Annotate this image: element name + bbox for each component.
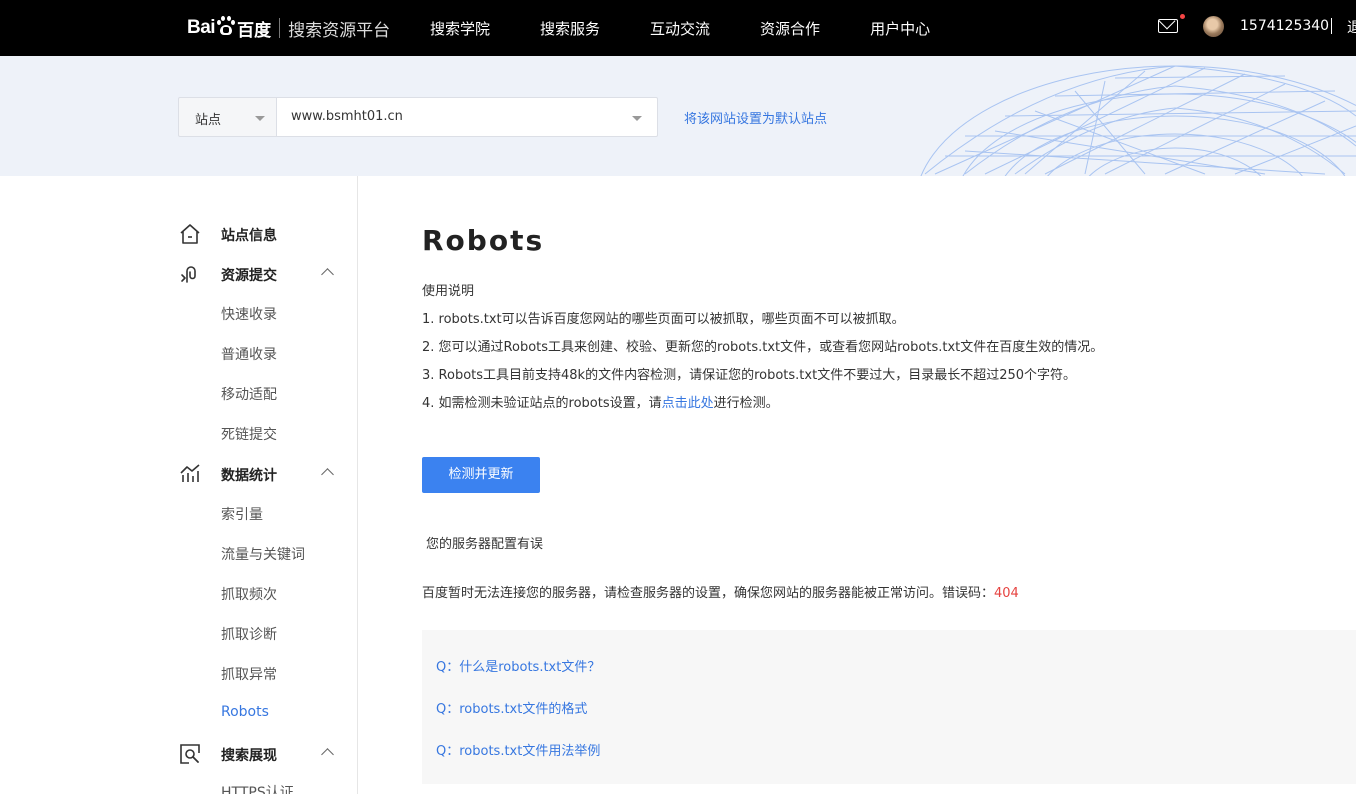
sidebar-item-crawl-frequency[interactable]: 抓取频次 bbox=[221, 584, 277, 604]
sidebar-item-robots[interactable]: Robots bbox=[221, 704, 269, 720]
faq-what-is-robots[interactable]: Q：什么是robots.txt文件？ bbox=[436, 656, 600, 675]
logo-text-baidu: 百度 bbox=[237, 20, 272, 41]
nav-resource-cooperation[interactable]: 资源合作 bbox=[760, 0, 820, 56]
nav-search-academy[interactable]: 搜索学院 bbox=[430, 0, 490, 56]
globe-decoration bbox=[920, 65, 1356, 176]
sidebar-item-data-stats[interactable]: 数据统计 bbox=[178, 462, 338, 486]
check-unverified-link[interactable]: 点击此处 bbox=[662, 396, 714, 411]
nav-user-center[interactable]: 用户中心 bbox=[870, 0, 930, 56]
set-default-site-link[interactable]: 将该网站设置为默认站点 bbox=[684, 108, 827, 127]
status-text: 您的服务器配置有误 bbox=[426, 537, 544, 552]
error-code: 404 bbox=[994, 586, 1019, 601]
chevron-up-icon[interactable] bbox=[321, 468, 334, 481]
logo-text-bai: Bai bbox=[187, 17, 216, 38]
faq-robots-format[interactable]: Q：robots.txt文件的格式 bbox=[436, 698, 587, 717]
sidebar-item-mobile-adapt[interactable]: 移动适配 bbox=[221, 384, 277, 404]
envelope-icon[interactable] bbox=[1158, 19, 1178, 33]
sidebar: 站点信息 资源提交 快速收录 普通收录 移动适配 死链提交 数据统计 索引量 流… bbox=[0, 176, 358, 794]
chevron-up-icon[interactable] bbox=[321, 268, 334, 281]
paw-icon bbox=[216, 16, 236, 36]
nav-search-service[interactable]: 搜索服务 bbox=[540, 0, 600, 56]
sidebar-item-label: 数据统计 bbox=[221, 468, 277, 484]
notification-dot bbox=[1180, 14, 1185, 19]
link-hook-icon bbox=[181, 266, 196, 283]
username[interactable]: 1574125340 bbox=[1240, 18, 1329, 34]
usage-line-4: 4. 如需检测未验证站点的robots设置，请点击此处进行检测。 bbox=[422, 392, 779, 411]
sidebar-item-fast-index[interactable]: 快速收录 bbox=[221, 304, 277, 324]
site-select-value: www.bsmht01.cn bbox=[291, 109, 403, 124]
nav-interaction[interactable]: 互动交流 bbox=[650, 0, 710, 56]
baidu-logo[interactable]: Bai 百度 搜索资源平台 bbox=[187, 10, 390, 46]
chevron-down-icon bbox=[255, 116, 265, 121]
usage-line-2: 2. 您可以通过Robots工具来创建、校验、更新您的robots.txt文件，… bbox=[422, 340, 1104, 355]
chevron-up-icon[interactable] bbox=[321, 748, 334, 761]
chevron-down-icon bbox=[632, 116, 642, 121]
logout-link[interactable]: 退 bbox=[1347, 17, 1356, 37]
sidebar-item-crawl-errors[interactable]: 抓取异常 bbox=[221, 664, 277, 684]
bar-chart-icon bbox=[180, 464, 200, 482]
sidebar-item-resource-submit[interactable]: 资源提交 bbox=[178, 262, 338, 286]
error-text: 百度暂时无法连接您的服务器，请检查服务器的设置，确保您网站的服务器能被正常访问。… bbox=[422, 586, 995, 601]
usage-line-4-prefix: 4. 如需检测未验证站点的robots设置，请 bbox=[422, 396, 662, 411]
site-type-select[interactable]: 站点 bbox=[178, 97, 277, 137]
sidebar-item-https[interactable]: HTTPS认证 bbox=[221, 782, 294, 794]
sidebar-item-label: 搜索展现 bbox=[221, 748, 277, 764]
check-and-update-button[interactable]: 检测并更新 bbox=[422, 457, 540, 493]
user-divider bbox=[1331, 18, 1332, 34]
sidebar-item-normal-index[interactable]: 普通收录 bbox=[221, 344, 277, 364]
faq-robots-examples[interactable]: Q：robots.txt文件用法举例 bbox=[436, 740, 600, 759]
page-title: Robots bbox=[422, 224, 545, 257]
site-select-input[interactable]: www.bsmht01.cn bbox=[276, 97, 658, 137]
site-type-label: 站点 bbox=[195, 113, 222, 128]
main-nav: 搜索学院 搜索服务 互动交流 资源合作 用户中心 bbox=[430, 0, 980, 56]
faq-panel: Q：什么是robots.txt文件？ Q：robots.txt文件的格式 Q：r… bbox=[422, 630, 1356, 784]
sidebar-item-index-volume[interactable]: 索引量 bbox=[221, 504, 263, 524]
platform-name: 搜索资源平台 bbox=[288, 20, 391, 41]
search-box-icon bbox=[180, 744, 200, 764]
usage-heading: 使用说明 bbox=[422, 284, 475, 299]
site-selector-bar: 站点 www.bsmht01.cn 将该网站设置为默认站点 bbox=[0, 56, 1356, 176]
usage-line-4-suffix: 进行检测。 bbox=[713, 396, 779, 411]
sidebar-item-search-display[interactable]: 搜索展现 bbox=[178, 742, 338, 766]
usage-line-1: 1. robots.txt可以告诉百度您网站的哪些页面可以被抓取，哪些页面不可以… bbox=[422, 312, 905, 327]
top-navigation-bar: Bai 百度 搜索资源平台 搜索学院 搜索服务 互动交流 资源合作 用户中心 1… bbox=[0, 0, 1356, 56]
avatar[interactable] bbox=[1203, 16, 1224, 37]
main-content: Robots 使用说明 1. robots.txt可以告诉百度您网站的哪些页面可… bbox=[358, 176, 1356, 794]
sidebar-item-label: 资源提交 bbox=[221, 268, 277, 284]
usage-line-3: 3. Robots工具目前支持48k的文件内容检测，请保证您的robots.tx… bbox=[422, 368, 1077, 383]
error-message: 百度暂时无法连接您的服务器，请检查服务器的设置，确保您网站的服务器能被正常访问。… bbox=[422, 582, 1019, 601]
sidebar-item-site-info[interactable]: 站点信息 bbox=[178, 222, 338, 246]
sidebar-item-traffic-keywords[interactable]: 流量与关键词 bbox=[221, 544, 305, 564]
logo-divider bbox=[279, 18, 281, 38]
sidebar-item-crawl-diagnosis[interactable]: 抓取诊断 bbox=[221, 624, 277, 644]
sidebar-item-dead-link[interactable]: 死链提交 bbox=[221, 424, 277, 444]
home-icon bbox=[180, 224, 200, 244]
sidebar-item-label: 站点信息 bbox=[221, 228, 277, 244]
